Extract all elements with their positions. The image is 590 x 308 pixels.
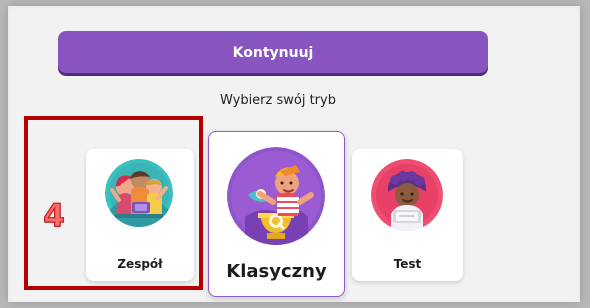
mode-card-label: Test [393, 257, 422, 271]
mode-card-classic[interactable]: Klasyczny [208, 131, 345, 297]
mode-prompt: Wybierz swój tryb [220, 93, 336, 108]
continue-button[interactable]: Kontynuuj [58, 31, 488, 73]
classic-mode-illustration-icon [227, 147, 325, 245]
test-mode-illustration-icon [371, 159, 443, 231]
quiz-mode-panel: Kontynuuj Wybierz swój tryb Zespół Klasy… [8, 6, 580, 302]
annotation-number: 4 [43, 197, 66, 234]
mode-card-label: Zespół [117, 257, 163, 271]
team-mode-illustration-icon [105, 159, 173, 227]
mode-card-team[interactable]: Zespół [86, 149, 194, 281]
mode-card-label: Klasyczny [226, 261, 327, 282]
mode-card-test[interactable]: Test [352, 149, 463, 281]
